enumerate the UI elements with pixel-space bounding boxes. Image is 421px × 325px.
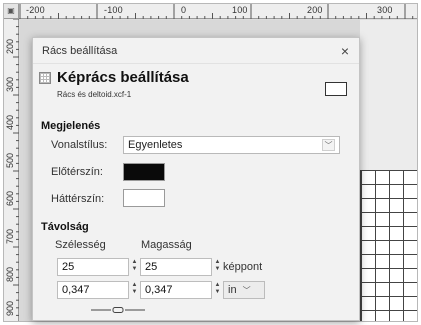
- horizontal-ruler-ticks: [19, 4, 414, 19]
- line-style-value: Egyenletes: [128, 139, 183, 151]
- ruler-label: -100: [104, 5, 123, 15]
- image-grid-area[interactable]: [360, 170, 417, 321]
- foreground-color-label: Előtérszín:: [51, 166, 103, 178]
- ruler-label: 700: [5, 229, 15, 245]
- chain-link-icon[interactable]: [91, 306, 145, 314]
- unit-select[interactable]: in ﹀: [223, 281, 265, 299]
- chevron-down-icon: ﹀: [242, 285, 251, 295]
- height-column-label: Magasság: [141, 239, 192, 251]
- line-style-select[interactable]: Egyenletes ﹀: [123, 136, 340, 154]
- dialog-header: Képrács beállítása Rács és deltoid.xcf-1: [33, 64, 359, 114]
- ruler-label: 500: [5, 153, 15, 169]
- ruler-label: 0: [181, 5, 187, 15]
- dialog-titlebar[interactable]: Rács beállítása ×: [33, 38, 359, 64]
- horizontal-ruler[interactable]: -200 -100 0 100 200 300: [4, 4, 417, 19]
- canvas-margin: [360, 20, 417, 170]
- unit-select-value: in: [228, 284, 237, 296]
- width-column-label: Szélesség: [55, 239, 106, 251]
- chevron-down-icon: ﹀: [322, 139, 335, 151]
- width-in-spin-icon[interactable]: ▲ ▼: [131, 282, 138, 298]
- width-px-value: 25: [62, 261, 75, 273]
- appearance-section-title: Megjelenés: [41, 120, 101, 132]
- height-in-value: 0,347: [145, 284, 173, 296]
- ruler-label: 600: [5, 191, 15, 207]
- ruler-label: 200: [307, 5, 323, 15]
- close-icon[interactable]: ×: [341, 43, 349, 59]
- height-in-spin-icon[interactable]: ▲ ▼: [214, 282, 221, 298]
- width-in-input[interactable]: 0,347: [57, 281, 129, 299]
- height-px-input[interactable]: 25: [140, 258, 212, 276]
- image-thumbnail: [325, 82, 347, 96]
- ruler-label: 300: [377, 5, 393, 15]
- grid-icon: [39, 72, 51, 84]
- ruler-label: 100: [232, 5, 248, 15]
- pixel-unit-label: képpont: [223, 261, 263, 273]
- spacing-section-title: Távolság: [41, 221, 89, 233]
- ruler-label: 900: [5, 301, 15, 317]
- ruler-label: -200: [26, 5, 45, 15]
- background-color-label: Háttérszín:: [51, 193, 105, 205]
- ruler-label: 200: [5, 39, 15, 55]
- dialog-subheading: Rács és deltoid.xcf-1: [57, 90, 132, 99]
- line-style-label: Vonalstílus:: [51, 139, 108, 151]
- width-in-value: 0,347: [62, 284, 90, 296]
- ruler-label: 300: [5, 77, 15, 93]
- ruler-label: 800: [5, 267, 15, 283]
- dialog-window-title: Rács beállítása: [42, 44, 118, 57]
- vertical-ruler[interactable]: 200 300 400 500 600 700 800 900: [4, 19, 19, 321]
- dialog-heading: Képrács beállítása: [57, 69, 189, 86]
- width-px-input[interactable]: 25: [57, 258, 129, 276]
- height-px-spin-icon[interactable]: ▲ ▼: [214, 259, 221, 275]
- foreground-color-button[interactable]: [123, 163, 165, 181]
- height-px-value: 25: [145, 261, 158, 273]
- quick-mask-icon[interactable]: ▣: [4, 4, 19, 19]
- ruler-label: 400: [5, 115, 15, 131]
- height-in-input[interactable]: 0,347: [140, 281, 212, 299]
- grid-settings-dialog: Rács beállítása × Képrács beállítása Rác…: [32, 37, 360, 321]
- width-px-spin-icon[interactable]: ▲ ▼: [131, 259, 138, 275]
- background-color-button[interactable]: [123, 189, 165, 207]
